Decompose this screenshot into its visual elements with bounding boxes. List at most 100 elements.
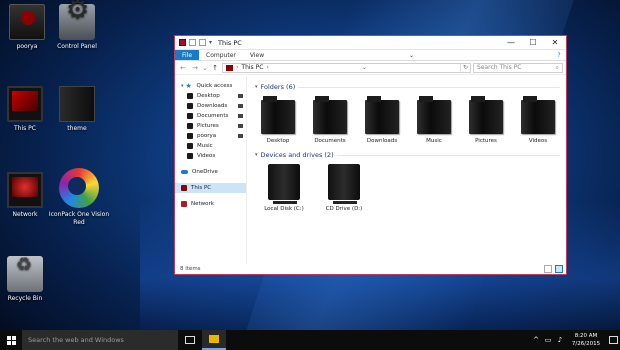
task-view-button[interactable] — [178, 330, 202, 350]
forward-arrow-icon[interactable]: → — [190, 64, 200, 72]
divider — [336, 154, 560, 156]
refresh-icon[interactable]: ↻ — [459, 64, 470, 71]
start-button[interactable] — [0, 330, 22, 350]
computer-icon — [7, 86, 43, 122]
properties-icon[interactable] — [189, 39, 196, 46]
pin-icon — [238, 104, 243, 108]
quick-access-toolbar-dropdown[interactable]: ▾ — [209, 39, 212, 46]
user-folder-icon — [187, 133, 193, 139]
videos-folder-icon — [187, 153, 193, 159]
expand-ribbon-icon[interactable]: ⌄ — [405, 50, 419, 60]
desktop-folder-icon — [187, 93, 193, 99]
search-input[interactable]: Search This PC ⌕ — [473, 62, 563, 73]
sidebar-item-label: Pictures — [197, 123, 219, 129]
taskbar: Search the web and Windows ^ ▭ ♪ 8:20 AM… — [0, 330, 620, 350]
folder-label: Videos — [528, 138, 548, 144]
music-folder-icon — [187, 143, 193, 149]
drive-item-c[interactable]: Local Disk (C:) — [261, 164, 307, 212]
folder-item-desktop[interactable]: Desktop — [257, 96, 299, 144]
user-folder-icon — [9, 4, 45, 40]
sidebar-item-network[interactable]: Network — [175, 199, 246, 209]
volume-icon[interactable]: ♪ — [554, 336, 566, 344]
tab-view[interactable]: View — [243, 50, 271, 60]
sidebar-item-label: OneDrive — [192, 169, 218, 175]
details-view-button[interactable] — [544, 265, 552, 273]
drive-item-d[interactable]: CD Drive (D:) — [321, 164, 367, 212]
folder-icon — [467, 96, 505, 136]
system-tray: ^ ▭ ♪ 8:20 AM 7/26/2015 — [530, 330, 620, 350]
group-label: Devices and drives (2) — [260, 151, 334, 159]
file-view[interactable]: ▾ Folders (6) Desktop Documents Download… — [247, 76, 566, 264]
new-folder-icon[interactable] — [199, 39, 206, 46]
folder-item-documents[interactable]: Documents — [309, 96, 351, 144]
folder-item-videos[interactable]: Videos — [517, 96, 559, 144]
up-arrow-icon[interactable]: ↑ — [210, 64, 220, 72]
star-icon: ★ — [185, 82, 192, 90]
tab-computer[interactable]: Computer — [199, 50, 243, 60]
sidebar-item-music[interactable]: Music — [175, 141, 246, 151]
folder-label: Desktop — [266, 138, 290, 144]
sidebar-item-label: Videos — [197, 153, 216, 159]
sidebar-item-videos[interactable]: Videos — [175, 151, 246, 161]
back-arrow-icon[interactable]: ← — [178, 64, 188, 72]
control-panel-icon — [59, 4, 95, 40]
cloud-icon — [181, 170, 188, 174]
desktop-icon-theme[interactable]: theme — [46, 86, 108, 133]
sidebar-item-downloads[interactable]: Downloads — [175, 101, 246, 111]
maximize-button[interactable]: ☐ — [522, 36, 544, 50]
address-dropdown-icon[interactable]: ⌄ — [362, 64, 367, 71]
documents-folder-icon — [187, 113, 193, 119]
sidebar-item-label: Music — [197, 143, 213, 149]
folder-item-pictures[interactable]: Pictures — [465, 96, 507, 144]
chevron-down-icon[interactable]: ▾ — [181, 83, 184, 89]
sidebar-item-label: This PC — [191, 185, 212, 191]
folder-item-music[interactable]: Music — [413, 96, 455, 144]
minimize-button[interactable]: — — [500, 36, 522, 50]
pin-icon — [238, 124, 243, 128]
sidebar-item-documents[interactable]: Documents — [175, 111, 246, 121]
title-bar[interactable]: ▾ This PC — ☐ ✕ — [175, 36, 566, 50]
action-center-icon[interactable] — [606, 330, 620, 350]
pin-icon — [238, 134, 243, 138]
network-icon — [7, 172, 43, 208]
sidebar-item-quick-access[interactable]: ▾ ★ Quick access — [175, 81, 246, 91]
clock[interactable]: 8:20 AM 7/26/2015 — [566, 332, 606, 348]
help-icon[interactable]: ? — [552, 50, 566, 60]
close-button[interactable]: ✕ — [544, 36, 566, 50]
sidebar-item-desktop[interactable]: Desktop — [175, 91, 246, 101]
group-header-drives[interactable]: ▾ Devices and drives (2) — [255, 150, 566, 160]
folder-item-downloads[interactable]: Downloads — [361, 96, 403, 144]
chevron-down-icon[interactable]: ▾ — [255, 84, 258, 90]
group-header-folders[interactable]: ▾ Folders (6) — [255, 82, 566, 92]
tray-chevron-icon[interactable]: ^ — [530, 336, 542, 344]
search-placeholder: Search This PC — [477, 63, 522, 71]
sidebar-item-poorya[interactable]: poorya — [175, 131, 246, 141]
chevron-down-icon[interactable]: ▾ — [255, 152, 258, 158]
desktop-icon-iconpack[interactable]: IconPack One Vision Red — [46, 168, 112, 227]
taskbar-file-explorer[interactable] — [202, 330, 226, 350]
taskbar-search-box[interactable]: Search the web and Windows — [22, 330, 178, 350]
breadcrumb-this-pc[interactable]: This PC — [241, 64, 263, 71]
sidebar-item-this-pc[interactable]: This PC — [175, 183, 246, 193]
pin-icon — [238, 94, 243, 98]
item-count: 8 items — [180, 266, 201, 272]
desktop-icon-recycle-bin[interactable]: Recycle Bin — [0, 256, 56, 303]
sidebar-item-onedrive[interactable]: OneDrive — [175, 167, 246, 177]
color-ring-icon — [59, 168, 99, 208]
hard-disk-icon — [265, 164, 303, 204]
address-bar[interactable]: › This PC › ⌄ ↻ — [222, 62, 471, 73]
large-icons-view-button[interactable] — [555, 265, 563, 273]
navigation-pane: ▾ ★ Quick access Desktop Downloads Docum… — [175, 76, 247, 264]
recent-locations-icon[interactable]: ⌄ — [202, 64, 208, 72]
tab-file[interactable]: File — [175, 50, 200, 60]
explorer-window[interactable]: ▾ This PC — ☐ ✕ File Computer View ⌄ ? ←… — [174, 35, 567, 275]
desktop-icon-control-panel[interactable]: Control Panel — [46, 4, 108, 51]
cd-drive-icon — [325, 164, 363, 204]
computer-icon — [181, 185, 187, 191]
desktop-icon-label: Control Panel — [57, 43, 97, 50]
sidebar-item-pictures[interactable]: Pictures — [175, 121, 246, 131]
group-label: Folders (6) — [260, 83, 296, 91]
drive-grid: Local Disk (C:) CD Drive (D:) — [261, 164, 566, 212]
network-icon[interactable]: ▭ — [542, 336, 554, 344]
folder-icon — [363, 96, 401, 136]
